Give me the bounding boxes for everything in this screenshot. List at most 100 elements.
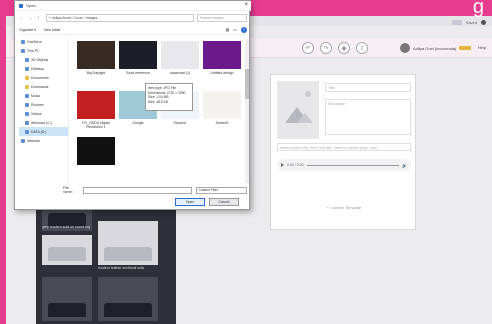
nav-item-label: Downloads (31, 84, 49, 89)
share-icon[interactable]: ⇪ (356, 42, 368, 54)
file-grid: Big Daylight Scott reference download (1) U… (73, 41, 249, 181)
search-input[interactable]: Search Images (197, 14, 247, 22)
open-file-dialog: Open × ← → ↑ ‹‹ Aditya Arora › Ucraì › I… (14, 0, 251, 210)
help-icon[interactable]: ? (241, 27, 247, 33)
picture-icon (25, 102, 29, 107)
file-name: download (1) (169, 71, 191, 75)
file-name: Google (132, 121, 144, 125)
description-field[interactable]: Description (325, 99, 411, 135)
file-item[interactable]: FG_GSDS Digital Revolution 1 (77, 91, 115, 129)
close-icon[interactable]: × (244, 2, 248, 8)
media-caption: modern leather sectional sofa (98, 266, 144, 270)
media-thumb[interactable] (42, 277, 92, 321)
nav-item[interactable]: Music (19, 91, 68, 100)
nav-item[interactable]: Desktop (19, 64, 68, 73)
content-card: Title Description Insert a video URL fro… (270, 74, 416, 230)
volume-icon[interactable]: 🔊 (402, 163, 407, 168)
desktop-icon (25, 66, 29, 71)
media-thumb[interactable] (98, 221, 158, 265)
media-thumb[interactable] (42, 235, 92, 265)
dialog-titlebar: Open × (15, 1, 251, 11)
media-thumb[interactable] (98, 277, 158, 321)
plan-badge (459, 46, 472, 50)
nav-item[interactable]: Pictures (19, 100, 68, 109)
play-icon[interactable] (281, 163, 284, 167)
download-icon (25, 84, 29, 89)
file-item[interactable]: Untitled design (203, 41, 241, 75)
mountain-icon (297, 113, 313, 123)
file-type-select[interactable]: Custom Files (195, 186, 247, 194)
view-options-icon[interactable]: ▦ (225, 27, 229, 33)
nav-item[interactable]: This PC (19, 46, 68, 55)
nav-item[interactable]: Windows (C:) (19, 118, 68, 127)
forward-arrow-icon[interactable]: → (28, 15, 34, 21)
nav-item-label: Windows (C:) (31, 120, 53, 125)
nav-item-label: Desktop (31, 66, 44, 71)
help-link[interactable]: Help (478, 45, 486, 50)
file-item[interactable]: Big Daylight (77, 41, 115, 75)
file-tooltip: Item type: JPG File Dimensions: 2732 × 20… (145, 83, 193, 111)
video-icon (25, 111, 29, 116)
file-thumbnail (161, 41, 199, 69)
nav-item[interactable]: Documents (19, 73, 68, 82)
file-item[interactable]: download (1) (161, 41, 199, 75)
dialog-buttons: Open Cancel (175, 198, 239, 206)
file-thumbnail (77, 41, 115, 69)
title-field[interactable]: Title (325, 83, 411, 92)
file-item[interactable]: Search2 (203, 91, 241, 125)
audio-seekbar[interactable] (306, 164, 400, 166)
file-thumbnail (77, 91, 115, 119)
file-thumbnail (119, 41, 157, 69)
chrome-icon (19, 3, 23, 8)
preview-pane-icon[interactable]: ▭ (233, 27, 237, 33)
header-icons: ↶ ↷ ◉ ⇪ (302, 42, 368, 54)
file-name: Untitled design (210, 71, 234, 75)
back-arrow-icon[interactable]: ← (19, 15, 25, 21)
profile-icon[interactable] (481, 20, 486, 25)
nav-item-label: Videos (31, 111, 42, 116)
document-icon (25, 75, 29, 80)
redo-icon[interactable]: ↷ (320, 42, 332, 54)
nav-item[interactable]: DATA (D:) (19, 127, 68, 136)
image-placeholder[interactable] (277, 81, 319, 139)
network-icon (21, 138, 25, 143)
open-button[interactable]: Open (175, 198, 205, 206)
dialog-title: Open (26, 3, 36, 8)
file-name: FG_GSDS Digital Revolution 1 (82, 121, 110, 129)
extension-icon[interactable] (451, 20, 462, 25)
video-url-field[interactable]: Insert a video URL from YouTube, Vimeo o… (277, 143, 411, 151)
nav-item-label: Music (31, 93, 41, 98)
nav-item[interactable]: 3D Objects (19, 55, 68, 64)
file-name: Big Daylight (86, 71, 106, 75)
file-thumbnail (203, 41, 241, 69)
file-name: Scott reference (126, 71, 150, 75)
nav-item[interactable]: Videos (19, 109, 68, 118)
cancel-button[interactable]: Cancel (209, 198, 239, 206)
nav-item[interactable]: Downloads (19, 82, 68, 91)
nav-item-label: This PC (27, 48, 40, 53)
file-thumbnail (77, 137, 115, 165)
nav-item-label: Pictures (31, 102, 44, 107)
user-menu[interactable]: Aditya Goel (Incoronata) (400, 43, 472, 53)
cloud-icon (21, 39, 25, 44)
drive-icon (25, 129, 29, 134)
file-name-input[interactable] (83, 186, 192, 194)
file-item[interactable]: Scott reference (119, 41, 157, 75)
scroll-thumb[interactable] (245, 69, 249, 99)
nav-item-label: Network (27, 138, 40, 143)
content-template-dropdown[interactable]: + Content Template (271, 205, 417, 210)
preview-icon[interactable]: ◉ (338, 42, 350, 54)
navigation-pane: OneDrive This PC 3D Objects Desktop Document… (19, 37, 69, 185)
undo-icon[interactable]: ↶ (302, 42, 314, 54)
nav-item[interactable]: Network (19, 136, 68, 145)
file-name-label: File name: (63, 186, 73, 194)
media-caption: grey modern sofa on round rug (42, 225, 91, 229)
file-name: Search2 (215, 121, 229, 125)
path-breadcrumb[interactable]: ‹‹ Aditya Arora › Ucraì › Images (46, 14, 194, 22)
file-item[interactable] (77, 137, 115, 167)
up-arrow-icon[interactable]: ↑ (37, 15, 43, 21)
new-folder-button[interactable]: New folder (44, 28, 61, 32)
nav-item[interactable]: OneDrive (19, 37, 68, 46)
file-scrollbar[interactable] (245, 39, 249, 183)
organize-button[interactable]: Organize ▾ (19, 28, 36, 32)
